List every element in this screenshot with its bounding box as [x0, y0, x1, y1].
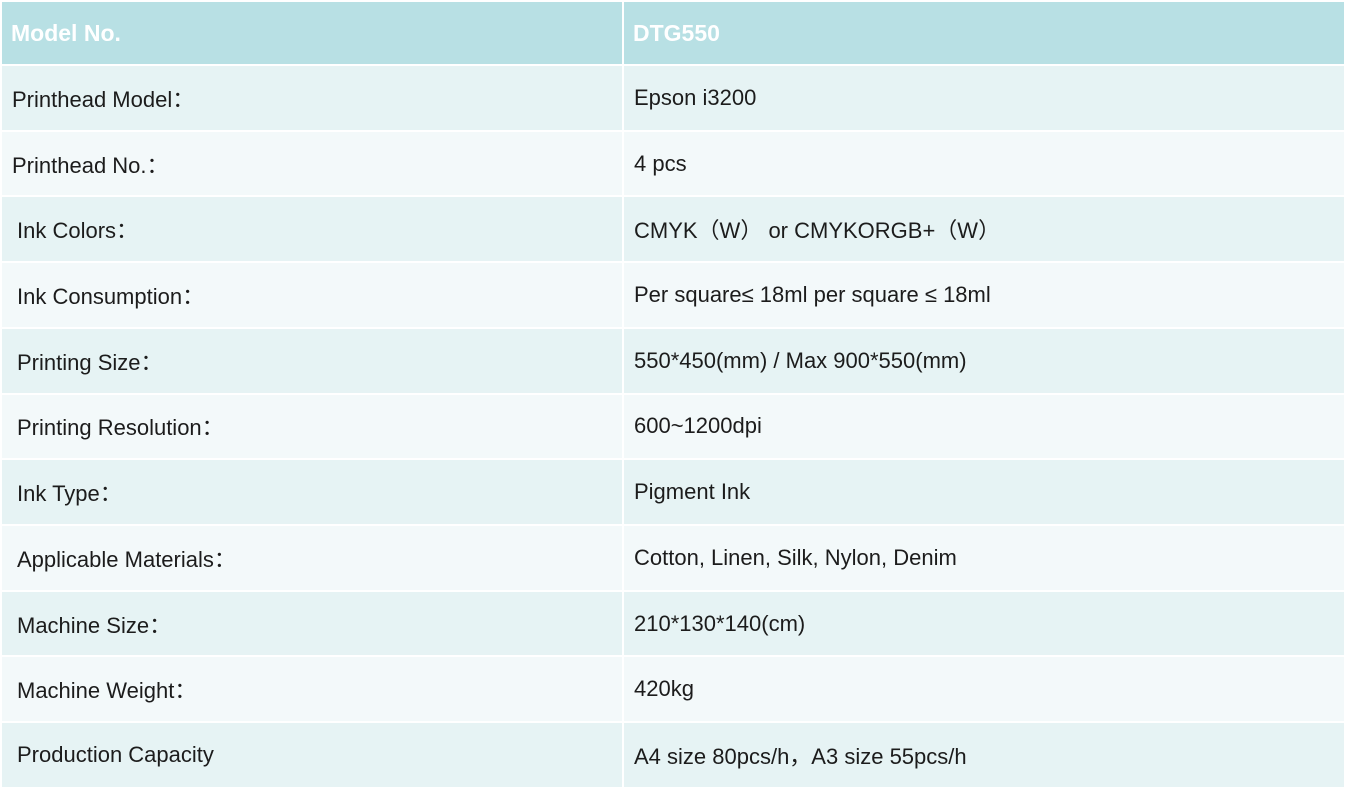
table-row: Printhead Model： Epson i3200: [2, 66, 1344, 130]
spec-value: A4 size 80pcs/h，A3 size 55pcs/h: [624, 723, 1344, 787]
table-row: Machine Weight： 420kg: [2, 657, 1344, 722]
spec-value: 210*130*140(cm): [624, 591, 1344, 656]
spec-label: Printing Resolution：: [2, 394, 622, 459]
table-row: Printing Size： 550*450(mm) / Max 900*550…: [2, 328, 1344, 393]
table-header: Model No. DTG550: [2, 2, 1344, 64]
spec-label: Printhead No.：: [2, 131, 622, 196]
table-row: Ink Colors： CMYK（W） or CMYKORGB+（W）: [2, 197, 1344, 262]
spec-value: Cotton, Linen, Silk, Nylon, Denim: [624, 526, 1344, 590]
spec-value: 550*450(mm) / Max 900*550(mm): [624, 328, 1344, 393]
header-label: Model No.: [2, 2, 622, 64]
spec-label: Machine Weight：: [2, 657, 622, 722]
spec-label: Ink Type：: [2, 460, 622, 525]
table-row: Machine Size： 210*130*140(cm): [2, 591, 1344, 656]
spec-label: Printhead Model：: [2, 66, 622, 130]
spec-value: CMYK（W） or CMYKORGB+（W）: [624, 197, 1344, 262]
header-row: Model No. DTG550: [2, 2, 1344, 64]
spec-label: Applicable Materials：: [2, 526, 622, 590]
spec-label: Machine Size：: [2, 591, 622, 656]
spec-value: Per square≤ 18ml per square ≤ 18ml: [624, 263, 1344, 327]
header-model-value: DTG550: [624, 2, 1344, 64]
spec-table: Model No. DTG550 Printhead Model： Epson …: [0, 0, 1346, 789]
spec-value: 600~1200dpi: [624, 394, 1344, 459]
table-row: Production Capacity A4 size 80pcs/h，A3 s…: [2, 723, 1344, 787]
table-row: Applicable Materials： Cotton, Linen, Sil…: [2, 526, 1344, 590]
spec-value: 420kg: [624, 657, 1344, 722]
table-row: Ink Consumption： Per square≤ 18ml per sq…: [2, 263, 1344, 327]
spec-value: Epson i3200: [624, 66, 1344, 130]
table-row: Printhead No.： 4 pcs: [2, 131, 1344, 196]
table-body: Printhead Model： Epson i3200 Printhead N…: [2, 66, 1344, 787]
table-row: Printing Resolution： 600~1200dpi: [2, 394, 1344, 459]
spec-label: Production Capacity: [2, 723, 622, 787]
spec-label: Ink Colors：: [2, 197, 622, 262]
spec-value: 4 pcs: [624, 131, 1344, 196]
spec-label: Printing Size：: [2, 328, 622, 393]
spec-label: Ink Consumption：: [2, 263, 622, 327]
table-row: Ink Type： Pigment Ink: [2, 460, 1344, 525]
spec-value: Pigment Ink: [624, 460, 1344, 525]
